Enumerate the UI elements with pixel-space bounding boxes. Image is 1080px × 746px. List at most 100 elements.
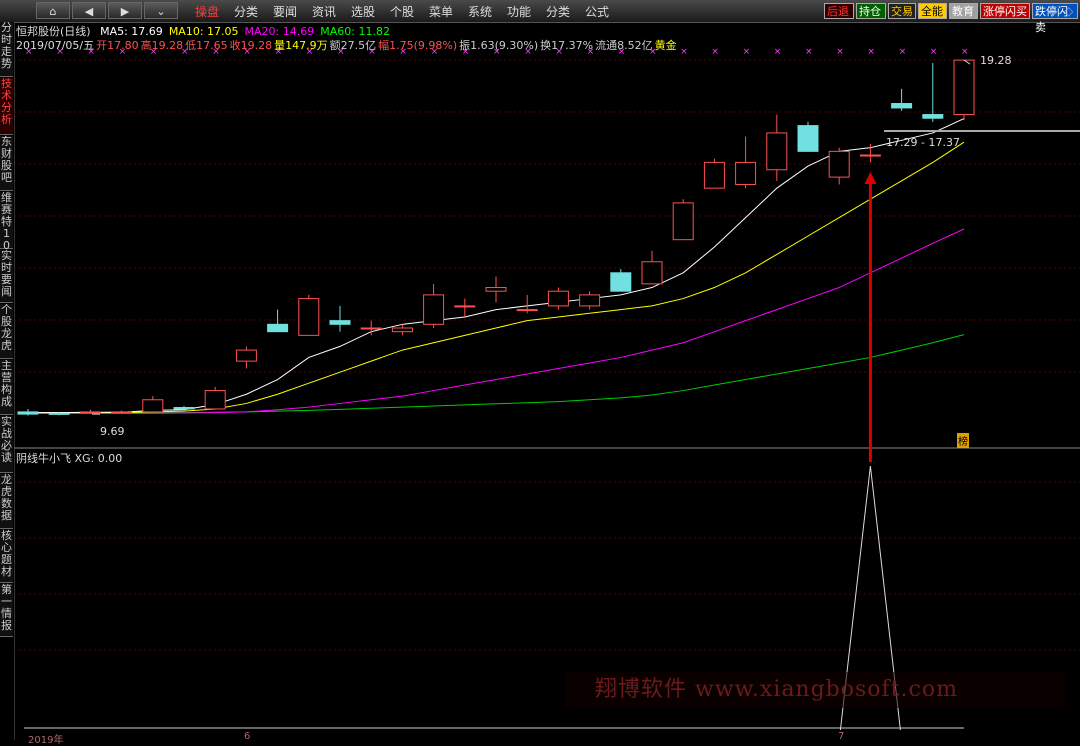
left-tab-strip: 分时走势 技术分析 东财股吧 维赛特10 实时要闻 个股龙虎 主营构成 实战必读 龙虎数据 核心题… bbox=[0, 22, 14, 740]
candle bbox=[953, 59, 975, 116]
left-tab-6[interactable]: 主营构成 bbox=[0, 360, 13, 415]
quote-field-2: 低17.65 bbox=[185, 39, 228, 52]
menu-item-8[interactable]: 功能 bbox=[507, 3, 531, 20]
candle bbox=[547, 290, 569, 307]
menu-item-9[interactable]: 分类 bbox=[546, 3, 570, 20]
xaxis-label-right: 7 bbox=[838, 731, 845, 742]
candle bbox=[797, 125, 819, 152]
candle bbox=[360, 327, 382, 330]
candle bbox=[610, 272, 632, 292]
chart-area[interactable]: × × × × × × × × × × × × × × × × × × × × × × × × × × × × × × × bbox=[14, 22, 1080, 740]
left-tab-0[interactable]: 分时走势 bbox=[0, 22, 13, 77]
quote-header: 2019/07/05/五 开17.80 高19.28 低17.65 收19.28 量147… bbox=[16, 37, 677, 53]
left-tab-3[interactable]: 维赛特10 bbox=[0, 192, 13, 252]
candle bbox=[111, 411, 133, 414]
menu-item-5[interactable]: 个股 bbox=[390, 3, 414, 20]
menu-item-3[interactable]: 资讯 bbox=[312, 3, 336, 20]
candle bbox=[142, 399, 164, 413]
indicator-title: 阴线牛小飞 XG: 0.00 bbox=[16, 452, 123, 465]
watermark: 翔博软件 www.xiangbosoft.com bbox=[565, 672, 1065, 708]
xaxis-label-mid: 6 bbox=[244, 731, 251, 742]
candle bbox=[423, 294, 445, 325]
limit-marker: × bbox=[743, 47, 751, 57]
menu-item-2[interactable]: 要闻 bbox=[273, 3, 297, 20]
candle bbox=[485, 287, 507, 292]
left-tab-9[interactable]: 核心题材 bbox=[0, 530, 13, 583]
quote-date: 2019/07/05/五 bbox=[16, 39, 95, 52]
candle bbox=[922, 114, 944, 119]
menu-item-6[interactable]: 菜单 bbox=[429, 3, 453, 20]
candle bbox=[48, 412, 70, 415]
menu-item-7[interactable]: 系统 bbox=[468, 3, 492, 20]
limit-marker: × bbox=[899, 47, 907, 57]
high-price-label: 19.28 bbox=[980, 54, 1012, 67]
candle bbox=[766, 132, 788, 171]
candle bbox=[828, 150, 850, 178]
candle bbox=[516, 309, 538, 312]
limit-marker: × bbox=[680, 47, 688, 57]
quick-button-4[interactable]: 教育 bbox=[949, 3, 978, 19]
ma20-line bbox=[28, 228, 965, 414]
left-tab-4[interactable]: 实时要闻 bbox=[0, 250, 13, 303]
limit-marker: × bbox=[805, 47, 813, 57]
quote-field-1: 高19.28 bbox=[140, 39, 184, 52]
candle bbox=[391, 327, 413, 333]
quote-field-3: 收19.28 bbox=[229, 39, 273, 52]
left-tab-1[interactable]: 技术分析 bbox=[0, 78, 13, 135]
limit-marker: × bbox=[930, 47, 938, 57]
ma5-line bbox=[28, 118, 965, 414]
candle bbox=[579, 294, 601, 307]
quote-field-4: 量147.9万 bbox=[274, 39, 328, 52]
close-icon[interactable]: ◇ bbox=[1064, 4, 1073, 18]
home-icon[interactable]: ⌂ bbox=[36, 2, 70, 19]
limit-marker: × bbox=[711, 47, 719, 57]
back-icon[interactable]: ◀ bbox=[72, 2, 106, 19]
menu-item-10[interactable]: 公式 bbox=[585, 3, 609, 20]
quick-button-5[interactable]: 涨停闪买 bbox=[980, 3, 1030, 19]
left-tab-5[interactable]: 个股龙虎 bbox=[0, 304, 13, 359]
left-tab-2[interactable]: 东财股吧 bbox=[0, 136, 13, 191]
quote-field-0: 开17.80 bbox=[96, 39, 139, 52]
expand-icon[interactable]: ⌄ bbox=[144, 2, 178, 19]
candle bbox=[267, 323, 289, 333]
quick-button-2[interactable]: 交易 bbox=[888, 3, 916, 19]
left-tab-10[interactable]: 第一情报 bbox=[0, 584, 13, 637]
limit-marker: × bbox=[867, 47, 875, 57]
limit-marker: × bbox=[774, 47, 782, 57]
left-tab-7[interactable]: 实战必读 bbox=[0, 416, 13, 473]
candle bbox=[204, 390, 226, 410]
candle bbox=[329, 320, 351, 325]
menu-bar: ⌂ ◀ ▶ ⌄ 操盘 分类 要闻 资讯 选股 个股 菜单 系统 功能 分类 公式 后退 持仓 交易 全能 教育 涨停… bbox=[0, 0, 1080, 34]
limit-marker: × bbox=[836, 47, 844, 57]
xaxis-label-year: 2019年 bbox=[28, 735, 64, 746]
low-price-label: 9.69 bbox=[100, 425, 125, 438]
forward-icon[interactable]: ▶ bbox=[108, 2, 142, 19]
quote-field-6: 幅1.75(9.98%) bbox=[378, 39, 458, 52]
quick-button-1[interactable]: 持仓 bbox=[856, 3, 886, 19]
restore-icon[interactable]: ◇ bbox=[1048, 4, 1057, 18]
left-tab-8[interactable]: 龙虎数据 bbox=[0, 474, 13, 529]
quote-field-7: 振1.63(9.30%) bbox=[459, 39, 539, 52]
candle bbox=[17, 411, 39, 415]
quick-button-0[interactable]: 后退 bbox=[824, 3, 854, 19]
menu-item-0[interactable]: 操盘 bbox=[195, 3, 219, 20]
candle bbox=[454, 305, 476, 308]
quote-field-10: 黄金 bbox=[654, 39, 677, 52]
quote-field-8: 换17.37% bbox=[540, 39, 594, 52]
limit-marker: × bbox=[961, 47, 969, 57]
menu-item-1[interactable]: 分类 bbox=[234, 3, 258, 20]
rank-badge[interactable]: 榜 bbox=[957, 433, 969, 448]
price-range-label: 17.29 - 17.37 bbox=[886, 136, 960, 149]
quick-button-3[interactable]: 全能 bbox=[918, 3, 947, 19]
quote-field-9: 流通8.52亿 bbox=[595, 39, 653, 52]
candle bbox=[859, 154, 881, 157]
candle bbox=[735, 161, 757, 185]
candle bbox=[235, 349, 257, 362]
menu-item-4[interactable]: 选股 bbox=[351, 3, 375, 20]
candle bbox=[298, 298, 320, 336]
ma60-line bbox=[28, 334, 965, 414]
candle bbox=[672, 202, 694, 241]
signal-arrow-head bbox=[864, 172, 877, 184]
candle bbox=[173, 406, 195, 410]
candle bbox=[891, 103, 913, 109]
